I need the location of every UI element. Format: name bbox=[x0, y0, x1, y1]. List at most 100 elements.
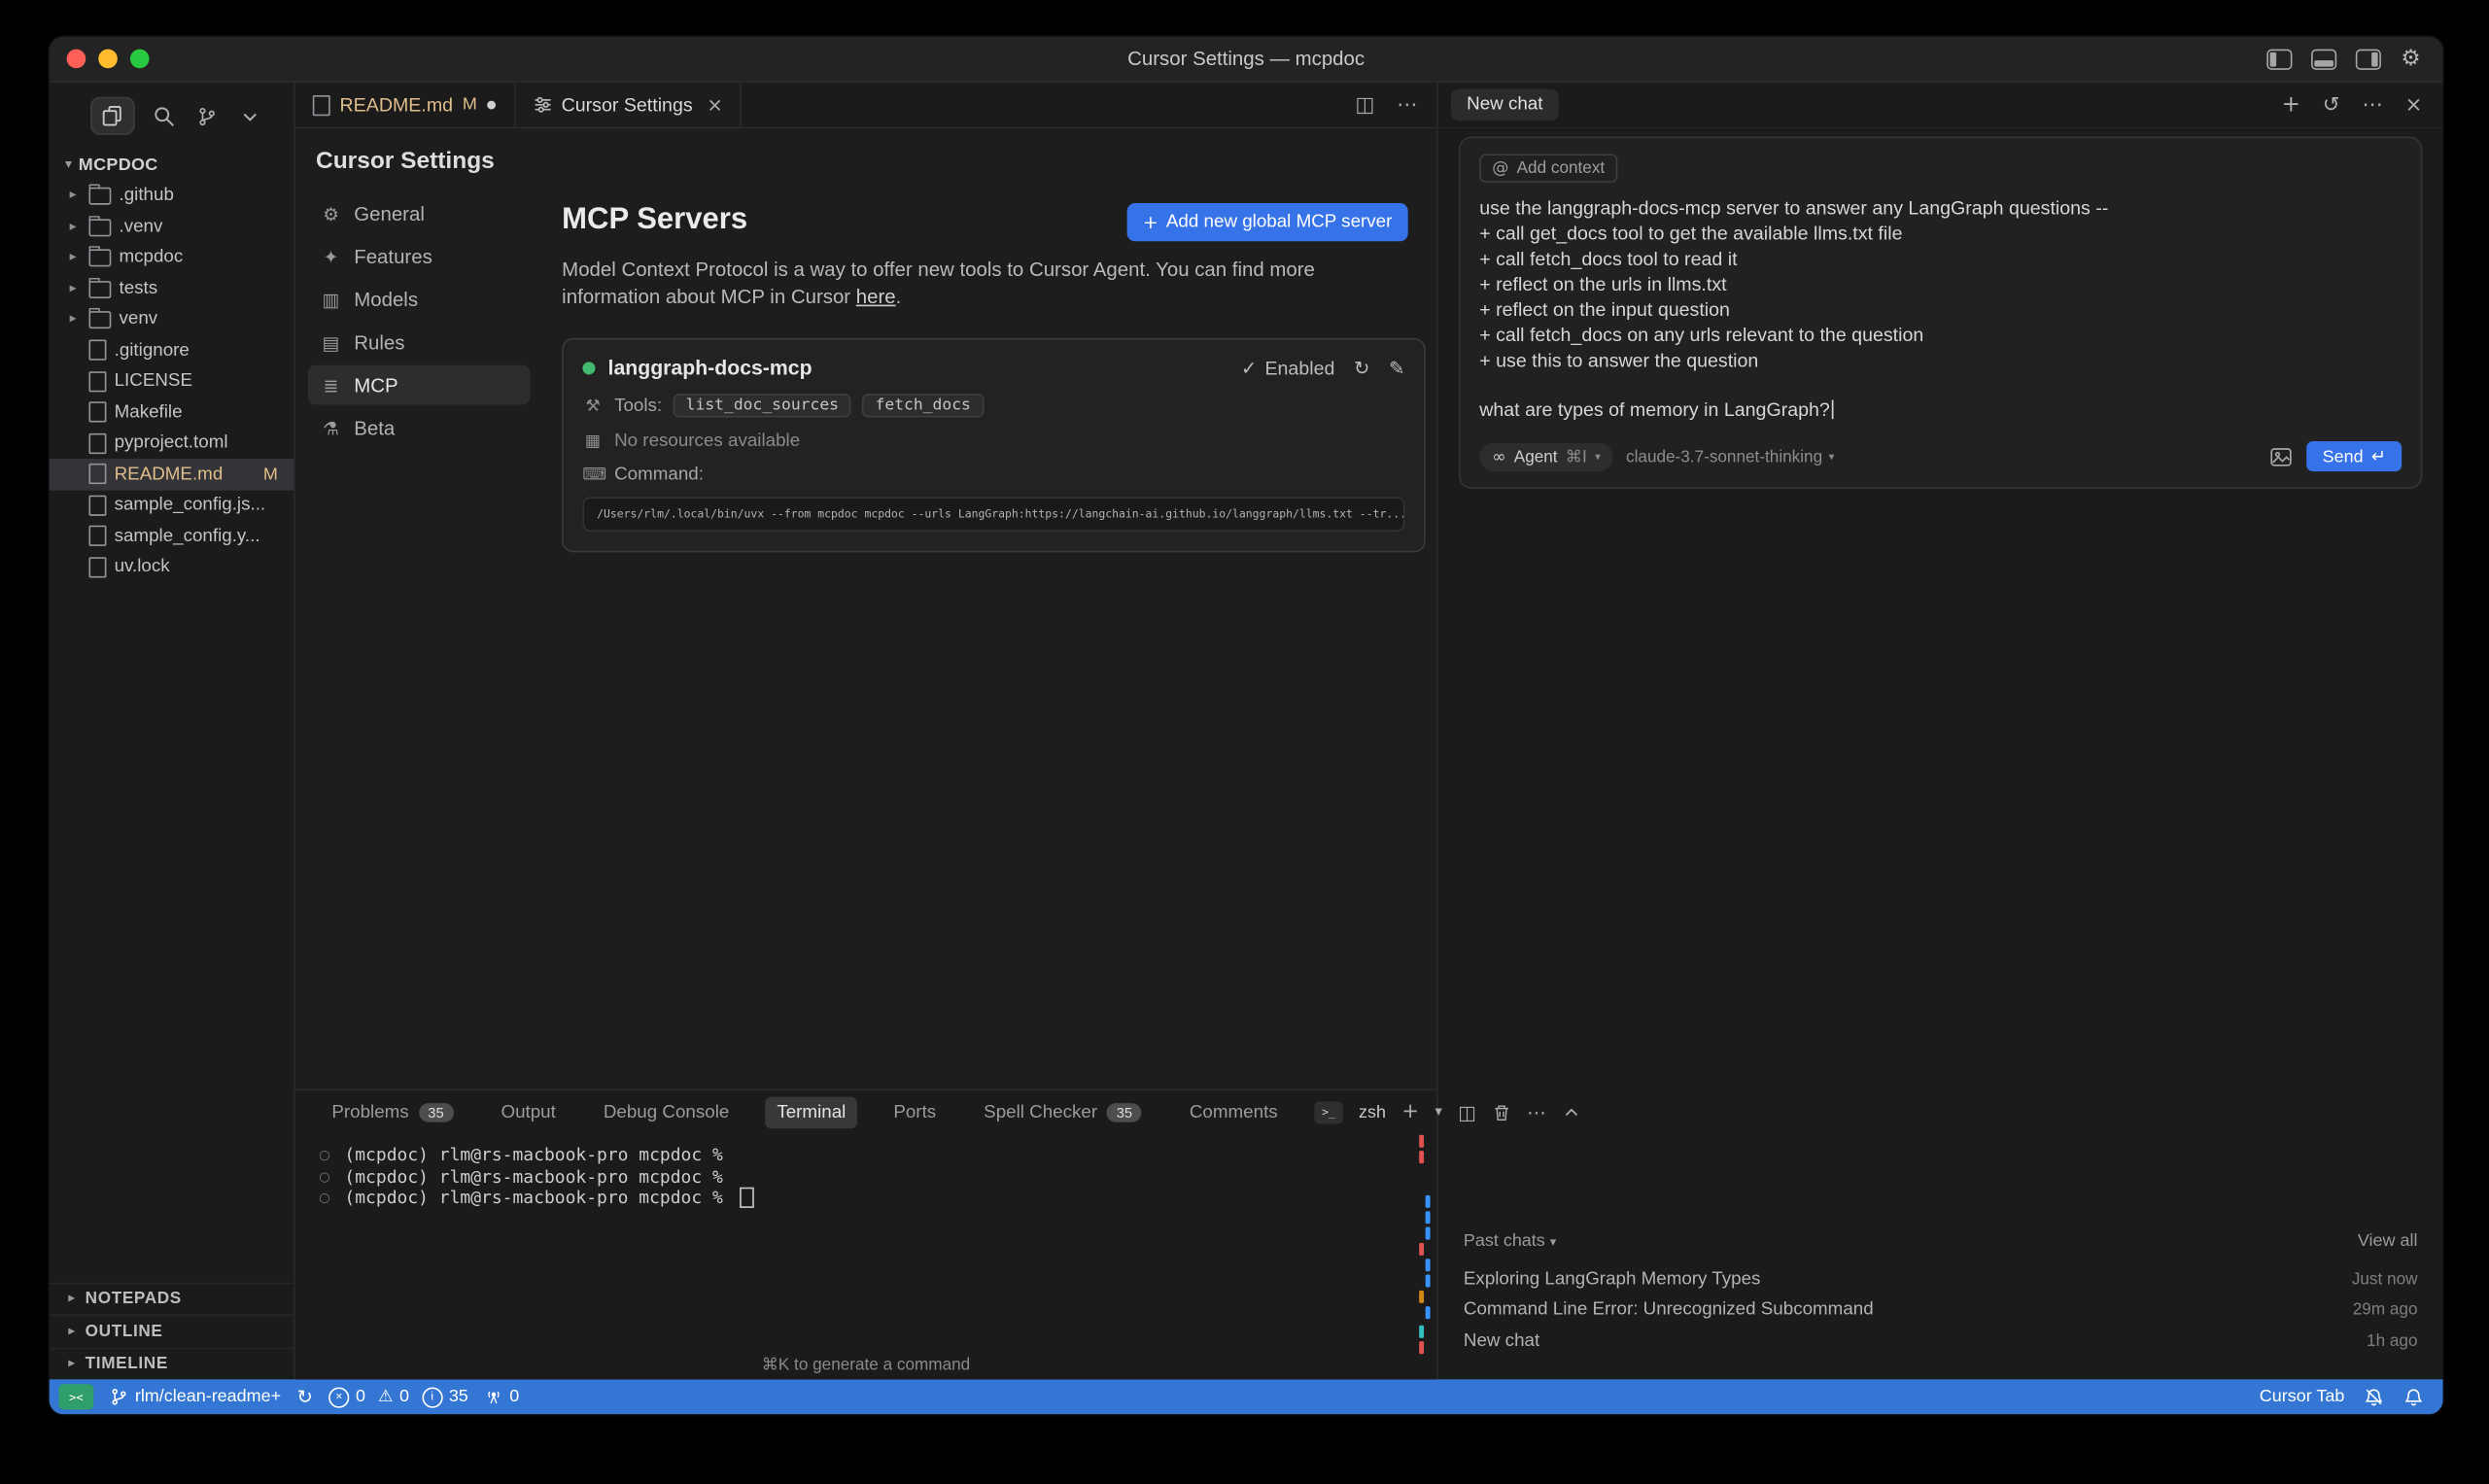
tab-readme[interactable]: README.md M ● bbox=[295, 83, 515, 127]
add-context-chip[interactable]: @ Add context bbox=[1479, 154, 1617, 182]
here-link[interactable]: here bbox=[856, 286, 896, 308]
file-icon bbox=[88, 371, 106, 392]
server-command-text[interactable]: /Users/rlm/.local/bin/uvx --from mcpdoc … bbox=[582, 497, 1404, 532]
tree-root[interactable]: ▾ MCPDOC bbox=[50, 150, 294, 181]
history-icon[interactable]: ↺ bbox=[2323, 93, 2340, 117]
refresh-icon[interactable]: ↻ bbox=[1354, 357, 1369, 379]
tools-icon: ⚒ bbox=[582, 397, 603, 416]
past-chat-row[interactable]: Exploring LangGraph Memory Types Just no… bbox=[1464, 1263, 2418, 1294]
tab-cursor-settings[interactable]: Cursor Settings × bbox=[515, 83, 742, 127]
send-button[interactable]: Send ↵ bbox=[2306, 441, 2402, 471]
sync-icon[interactable]: ↻ bbox=[296, 1386, 312, 1408]
panel-tab-debug-console[interactable]: Debug Console bbox=[592, 1096, 740, 1128]
remote-indicator[interactable]: >< bbox=[58, 1384, 93, 1409]
gear-icon[interactable]: ⚙ bbox=[2401, 48, 2421, 70]
tree-item-mcpdoc[interactable]: ▸ mcpdoc bbox=[50, 242, 294, 273]
folder-icon bbox=[88, 281, 111, 298]
new-chat-icon[interactable]: + bbox=[2282, 92, 2300, 118]
enabled-toggle[interactable]: ✓ Enabled bbox=[1241, 357, 1335, 379]
split-editor-icon[interactable]: ◫ bbox=[1355, 93, 1374, 117]
terminal-output[interactable]: ○ (mcpdoc) rlm@rs-macbook-pro mcpdoc % ○… bbox=[295, 1133, 1436, 1209]
agent-mode-selector[interactable]: ∞ Agent ⌘I ▾ bbox=[1479, 442, 1613, 470]
terminal-icon: >_ bbox=[1314, 1101, 1342, 1123]
command-icon: ⌨ bbox=[582, 466, 603, 485]
tree-item-makefile[interactable]: . Makefile bbox=[50, 397, 294, 428]
mcp-title: MCP Servers bbox=[562, 203, 747, 238]
toggle-right-panel-icon[interactable] bbox=[2357, 49, 2382, 69]
past-chat-time: 1h ago bbox=[2367, 1332, 2417, 1352]
view-all-link[interactable]: View all bbox=[2358, 1231, 2418, 1251]
kill-terminal-icon[interactable] bbox=[1492, 1102, 1511, 1122]
minimize-window-button[interactable] bbox=[98, 50, 118, 69]
section-timeline[interactable]: ▸ TIMELINE bbox=[50, 1347, 294, 1379]
tree-item-gitignore[interactable]: . .gitignore bbox=[50, 335, 294, 366]
bell-off-icon[interactable] bbox=[2364, 1387, 2384, 1407]
edit-pencil-icon[interactable]: ✎ bbox=[1389, 357, 1404, 379]
terminal-cursor bbox=[741, 1188, 755, 1208]
panel-tab-spell-checker[interactable]: Spell Checker 35 bbox=[973, 1096, 1154, 1128]
errors-item[interactable]: × 0 ⚠ 0 i 35 bbox=[328, 1387, 468, 1407]
panel-tab-output[interactable]: Output bbox=[490, 1096, 567, 1128]
source-control-icon[interactable] bbox=[192, 102, 221, 130]
chevron-down-icon[interactable] bbox=[235, 102, 263, 130]
settings-nav-mcp[interactable]: ≣ MCP bbox=[308, 365, 531, 405]
tree-item-github[interactable]: ▸ .github bbox=[50, 180, 294, 211]
chevron-right-icon: ▸ bbox=[68, 1356, 76, 1371]
split-terminal-icon[interactable]: ◫ bbox=[1458, 1101, 1476, 1123]
message-line: + reflect on the input question bbox=[1479, 296, 2402, 322]
tree-item-tests[interactable]: ▸ tests bbox=[50, 273, 294, 304]
chat-more-icon[interactable]: ⋯ bbox=[2362, 93, 2382, 117]
section-outline[interactable]: ▸ OUTLINE bbox=[50, 1314, 294, 1346]
tree-item-uvlock[interactable]: . uv.lock bbox=[50, 552, 294, 583]
tree-item-readme[interactable]: . README.md M bbox=[50, 459, 294, 490]
more-icon[interactable]: ⋯ bbox=[1397, 93, 1417, 117]
settings-nav-models[interactable]: ▥ Models bbox=[308, 279, 531, 319]
panel-more-icon[interactable]: ⋯ bbox=[1527, 1101, 1546, 1123]
model-selector[interactable]: claude-3.7-sonnet-thinking ▾ bbox=[1626, 447, 1834, 466]
search-icon[interactable] bbox=[150, 102, 178, 130]
panel-tab-comments[interactable]: Comments bbox=[1178, 1096, 1289, 1128]
tree-item-venv-hidden[interactable]: ▸ .venv bbox=[50, 211, 294, 242]
git-branch-item[interactable]: rlm/clean-readme+ bbox=[110, 1387, 281, 1406]
maximize-panel-icon[interactable] bbox=[1562, 1102, 1581, 1122]
past-chats-header[interactable]: Past chats ▾ bbox=[1464, 1231, 1556, 1251]
tree-item-venv[interactable]: ▸ venv bbox=[50, 304, 294, 335]
shell-name[interactable]: zsh bbox=[1359, 1102, 1386, 1122]
attach-image-icon[interactable] bbox=[2270, 447, 2293, 466]
resources-text: No resources available bbox=[614, 431, 800, 451]
tree-item-license[interactable]: . LICENSE bbox=[50, 365, 294, 397]
add-mcp-server-button[interactable]: + Add new global MCP server bbox=[1127, 203, 1408, 241]
toggle-left-panel-icon[interactable] bbox=[2267, 49, 2293, 69]
editor-tabbar: README.md M ● Cursor Settings × ◫ ⋯ bbox=[295, 83, 1436, 128]
zoom-window-button[interactable] bbox=[130, 50, 150, 69]
ports-item[interactable]: 0 bbox=[484, 1387, 519, 1406]
past-chat-row[interactable]: Command Line Error: Unrecognized Subcomm… bbox=[1464, 1294, 2418, 1326]
settings-nav-features[interactable]: ✦ Features bbox=[308, 236, 531, 276]
tree-item-sample-config-yaml[interactable]: . sample_config.y... bbox=[50, 521, 294, 552]
close-window-button[interactable] bbox=[67, 50, 86, 69]
tree-item-label: sample_config.js... bbox=[115, 496, 266, 515]
cursor-tab-status[interactable]: Cursor Tab bbox=[2260, 1387, 2345, 1406]
panel-tab-ports[interactable]: Ports bbox=[882, 1096, 948, 1128]
panel-tab-terminal[interactable]: Terminal bbox=[766, 1096, 857, 1128]
new-terminal-icon[interactable]: + bbox=[1401, 1100, 1419, 1123]
mcp-description: Model Context Protocol is a way to offer… bbox=[562, 258, 1394, 312]
chat-tab-new-chat[interactable]: New chat bbox=[1451, 88, 1559, 121]
close-icon[interactable]: × bbox=[707, 93, 722, 116]
explorer-view-button[interactable] bbox=[90, 97, 135, 135]
section-notepads[interactable]: ▸ NOTEPADS bbox=[50, 1282, 294, 1314]
settings-nav-general[interactable]: ⚙ General bbox=[308, 193, 531, 233]
chat-composer[interactable]: @ Add context use the langgraph-docs-mcp… bbox=[1459, 136, 2422, 489]
close-chat-icon[interactable]: × bbox=[2405, 93, 2423, 117]
tree-item-pyproject[interactable]: . pyproject.toml bbox=[50, 428, 294, 459]
panel-tab-problems[interactable]: Problems 35 bbox=[321, 1096, 465, 1128]
settings-nav-rules[interactable]: ▤ Rules bbox=[308, 323, 531, 362]
toggle-bottom-panel-icon[interactable] bbox=[2312, 49, 2337, 69]
section-label: TIMELINE bbox=[86, 1355, 168, 1374]
terminal-dropdown-icon[interactable]: ▾ bbox=[1435, 1104, 1441, 1120]
tree-item-sample-config-json[interactable]: . sample_config.js... bbox=[50, 490, 294, 521]
bell-icon[interactable] bbox=[2403, 1387, 2424, 1407]
past-chat-row[interactable]: New chat 1h ago bbox=[1464, 1326, 2418, 1357]
settings-nav-beta[interactable]: ⚗ Beta bbox=[308, 408, 531, 448]
models-icon: ▥ bbox=[321, 288, 341, 310]
